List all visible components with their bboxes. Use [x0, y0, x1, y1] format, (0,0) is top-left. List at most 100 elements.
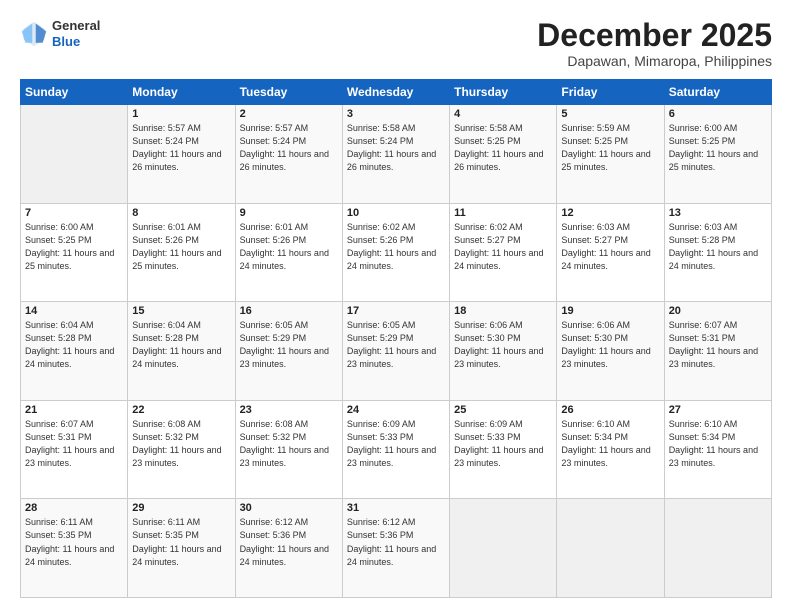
calendar-cell: 31 Sunrise: 6:12 AMSunset: 5:36 PMDayligh…: [342, 499, 449, 598]
day-number: 30: [240, 502, 338, 514]
calendar-cell: 17Sunrise: 6:05 AMSunset: 5:29 PMDayligh…: [342, 302, 449, 401]
weekday-header-sunday: Sunday: [21, 80, 128, 105]
day-number: 9: [240, 207, 338, 219]
day-info: Sunrise: 6:00 AMSunset: 5:25 PMDaylight:…: [25, 221, 123, 273]
logo: General Blue: [20, 18, 100, 49]
weekday-header-row: SundayMondayTuesdayWednesdayThursdayFrid…: [21, 80, 772, 105]
day-number: 16: [240, 305, 338, 317]
day-info: Sunrise: 6:05 AMSunset: 5:29 PMDaylight:…: [240, 319, 338, 371]
day-number: 31: [347, 502, 445, 514]
day-info: Sunrise: 6:00 AMSunset: 5:25 PMDaylight:…: [669, 122, 767, 174]
day-number: 29: [132, 502, 230, 514]
calendar-cell: 4Sunrise: 5:58 AMSunset: 5:25 PMDaylight…: [450, 105, 557, 204]
calendar-cell: 1 Sunrise: 5:57 AMSunset: 5:24 PMDaylight…: [128, 105, 235, 204]
calendar-cell: 11 Sunrise: 6:02 AMSunset: 5:27 PMDayligh…: [450, 203, 557, 302]
calendar-cell: 28 Sunrise: 6:11 AMSunset: 5:35 PMDayligh…: [21, 499, 128, 598]
weekday-header-friday: Friday: [557, 80, 664, 105]
day-info: Sunrise: 6:03 AMSunset: 5:28 PMDaylight:…: [669, 221, 767, 273]
day-info: Sunrise: 6:01 AMSunset: 5:26 PMDaylight:…: [240, 221, 338, 273]
calendar-cell: 16 Sunrise: 6:05 AMSunset: 5:29 PMDayligh…: [235, 302, 342, 401]
day-number: 22: [132, 404, 230, 416]
day-number: 28: [25, 502, 123, 514]
day-info: Sunrise: 5:58 AMSunset: 5:24 PMDaylight:…: [347, 122, 445, 174]
calendar-week-3: 14 Sunrise: 6:04 AMSunset: 5:28 PMDayligh…: [21, 302, 772, 401]
calendar-cell: [450, 499, 557, 598]
calendar-cell: 25 Sunrise: 6:09 AMSunset: 5:33 PMDayligh…: [450, 400, 557, 499]
day-number: 3: [347, 108, 445, 120]
day-number: 4: [454, 108, 552, 120]
calendar-cell: 24 Sunrise: 6:09 AMSunset: 5:33 PMDayligh…: [342, 400, 449, 499]
day-number: 26: [561, 404, 659, 416]
calendar-subtitle: Dapawan, Mimaropa, Philippines: [537, 53, 772, 69]
calendar-cell: 26 Sunrise: 6:10 AMSunset: 5:34 PMDayligh…: [557, 400, 664, 499]
calendar-cell: 9 Sunrise: 6:01 AMSunset: 5:26 PMDaylight…: [235, 203, 342, 302]
calendar-cell: 15Sunrise: 6:04 AMSunset: 5:28 PMDayligh…: [128, 302, 235, 401]
day-info: Sunrise: 6:02 AMSunset: 5:27 PMDaylight:…: [454, 221, 552, 273]
day-number: 12: [561, 207, 659, 219]
day-info: Sunrise: 6:12 AMSunset: 5:36 PMDaylight:…: [240, 516, 338, 568]
weekday-header-wednesday: Wednesday: [342, 80, 449, 105]
day-number: 19: [561, 305, 659, 317]
calendar-cell: 5Sunrise: 5:59 AMSunset: 5:25 PMDaylight…: [557, 105, 664, 204]
day-number: 23: [240, 404, 338, 416]
weekday-header-monday: Monday: [128, 80, 235, 105]
calendar-cell: 22 Sunrise: 6:08 AMSunset: 5:32 PMDayligh…: [128, 400, 235, 499]
logo-text: General Blue: [52, 18, 100, 49]
day-number: 7: [25, 207, 123, 219]
calendar-cell: [664, 499, 771, 598]
day-number: 8: [132, 207, 230, 219]
day-number: 1: [132, 108, 230, 120]
title-section: December 2025 Dapawan, Mimaropa, Philipp…: [537, 18, 772, 69]
day-number: 13: [669, 207, 767, 219]
day-number: 25: [454, 404, 552, 416]
day-info: Sunrise: 6:08 AMSunset: 5:32 PMDaylight:…: [132, 418, 230, 470]
day-number: 11: [454, 207, 552, 219]
logo-blue: Blue: [52, 34, 100, 50]
calendar-title: December 2025: [537, 18, 772, 53]
calendar-week-1: 1 Sunrise: 5:57 AMSunset: 5:24 PMDaylight…: [21, 105, 772, 204]
day-info: Sunrise: 6:12 AMSunset: 5:36 PMDaylight:…: [347, 516, 445, 568]
calendar-cell: 2 Sunrise: 5:57 AMSunset: 5:24 PMDaylight…: [235, 105, 342, 204]
page: General Blue December 2025 Dapawan, Mima…: [0, 0, 792, 612]
day-info: Sunrise: 6:09 AMSunset: 5:33 PMDaylight:…: [454, 418, 552, 470]
day-info: Sunrise: 6:10 AMSunset: 5:34 PMDaylight:…: [561, 418, 659, 470]
day-info: Sunrise: 6:06 AMSunset: 5:30 PMDaylight:…: [454, 319, 552, 371]
day-info: Sunrise: 6:04 AMSunset: 5:28 PMDaylight:…: [25, 319, 123, 371]
day-number: 14: [25, 305, 123, 317]
day-number: 18: [454, 305, 552, 317]
calendar-week-2: 7 Sunrise: 6:00 AMSunset: 5:25 PMDaylight…: [21, 203, 772, 302]
header: General Blue December 2025 Dapawan, Mima…: [20, 18, 772, 69]
calendar-cell: 21Sunrise: 6:07 AMSunset: 5:31 PMDayligh…: [21, 400, 128, 499]
calendar-tbody: 1 Sunrise: 5:57 AMSunset: 5:24 PMDaylight…: [21, 105, 772, 598]
calendar-cell: 27 Sunrise: 6:10 AMSunset: 5:34 PMDayligh…: [664, 400, 771, 499]
day-info: Sunrise: 5:57 AMSunset: 5:24 PMDaylight:…: [132, 122, 230, 174]
day-number: 10: [347, 207, 445, 219]
weekday-header-thursday: Thursday: [450, 80, 557, 105]
day-info: Sunrise: 6:09 AMSunset: 5:33 PMDaylight:…: [347, 418, 445, 470]
day-info: Sunrise: 6:10 AMSunset: 5:34 PMDaylight:…: [669, 418, 767, 470]
weekday-header-tuesday: Tuesday: [235, 80, 342, 105]
day-info: Sunrise: 6:06 AMSunset: 5:30 PMDaylight:…: [561, 319, 659, 371]
calendar-cell: 7 Sunrise: 6:00 AMSunset: 5:25 PMDaylight…: [21, 203, 128, 302]
day-number: 2: [240, 108, 338, 120]
day-info: Sunrise: 6:07 AMSunset: 5:31 PMDaylight:…: [669, 319, 767, 371]
calendar-week-5: 28 Sunrise: 6:11 AMSunset: 5:35 PMDayligh…: [21, 499, 772, 598]
day-number: 27: [669, 404, 767, 416]
day-number: 21: [25, 404, 123, 416]
day-info: Sunrise: 6:11 AMSunset: 5:35 PMDaylight:…: [25, 516, 123, 568]
day-number: 20: [669, 305, 767, 317]
day-info: Sunrise: 6:04 AMSunset: 5:28 PMDaylight:…: [132, 319, 230, 371]
day-info: Sunrise: 5:59 AMSunset: 5:25 PMDaylight:…: [561, 122, 659, 174]
calendar-thead: SundayMondayTuesdayWednesdayThursdayFrid…: [21, 80, 772, 105]
calendar-cell: 30 Sunrise: 6:12 AMSunset: 5:36 PMDayligh…: [235, 499, 342, 598]
calendar-cell: 10Sunrise: 6:02 AMSunset: 5:26 PMDayligh…: [342, 203, 449, 302]
weekday-header-saturday: Saturday: [664, 80, 771, 105]
logo-general: General: [52, 18, 100, 34]
calendar-cell: 14 Sunrise: 6:04 AMSunset: 5:28 PMDayligh…: [21, 302, 128, 401]
day-number: 24: [347, 404, 445, 416]
day-info: Sunrise: 6:01 AMSunset: 5:26 PMDaylight:…: [132, 221, 230, 273]
calendar-cell: 19 Sunrise: 6:06 AMSunset: 5:30 PMDayligh…: [557, 302, 664, 401]
calendar-cell: 13 Sunrise: 6:03 AMSunset: 5:28 PMDayligh…: [664, 203, 771, 302]
day-info: Sunrise: 5:57 AMSunset: 5:24 PMDaylight:…: [240, 122, 338, 174]
calendar-cell: 8 Sunrise: 6:01 AMSunset: 5:26 PMDaylight…: [128, 203, 235, 302]
